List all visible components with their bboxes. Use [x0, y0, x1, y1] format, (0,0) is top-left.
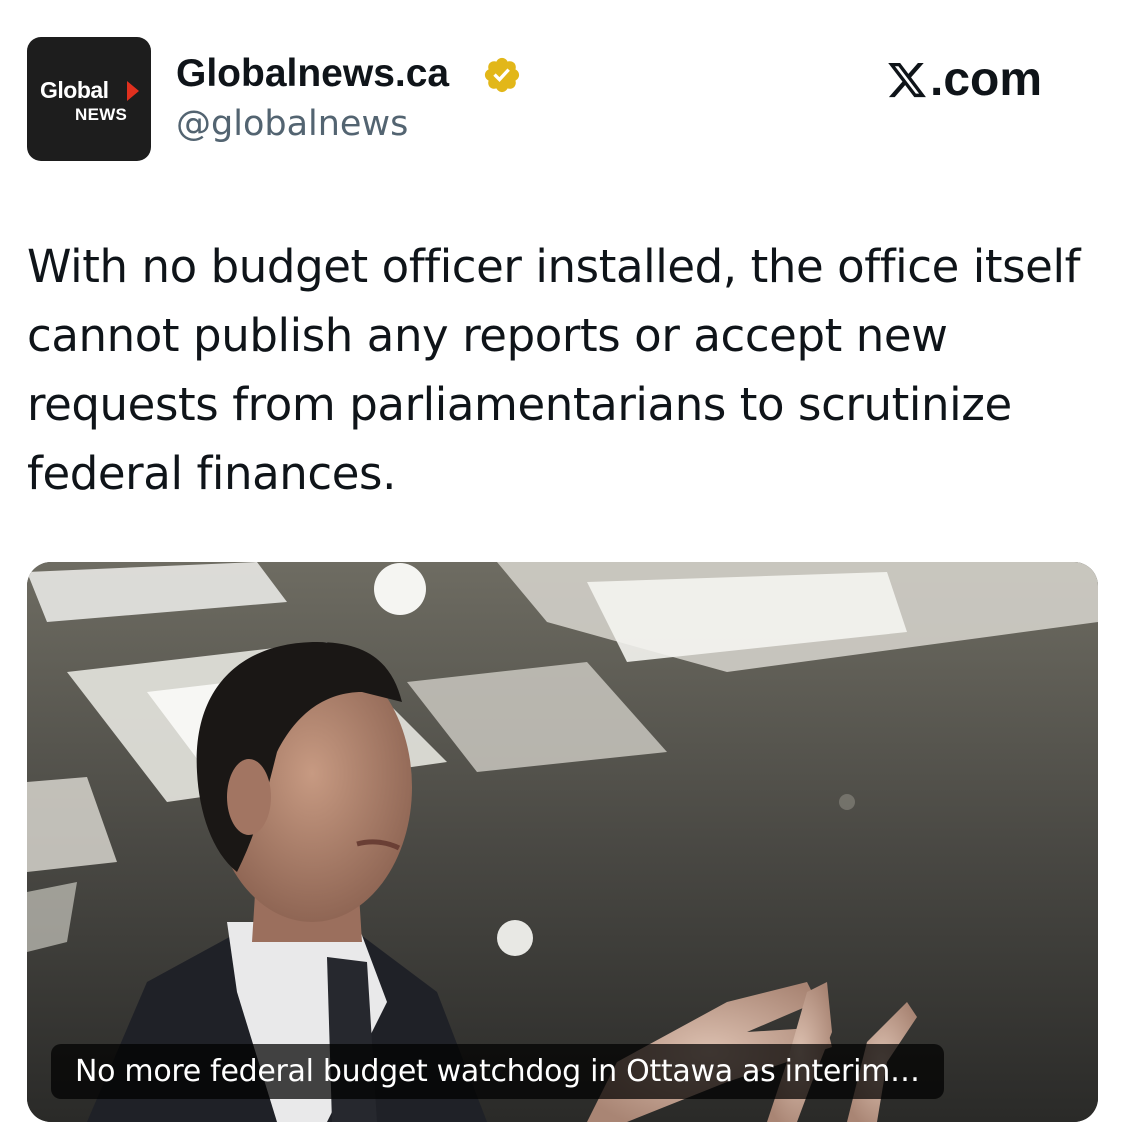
- handle[interactable]: @globalnews: [176, 104, 408, 144]
- news-logo-text: NEWS: [75, 105, 128, 124]
- link-card[interactable]: No more federal budget watchdog in Ottaw…: [27, 562, 1098, 1122]
- link-card-caption[interactable]: No more federal budget watchdog in Ottaw…: [51, 1044, 944, 1099]
- verified-badge-icon: [484, 57, 520, 93]
- global-logo-text: Global: [40, 77, 109, 103]
- global-logo-chevron-icon: [127, 81, 139, 101]
- article-photo[interactable]: [27, 562, 1098, 1122]
- x-com-label: .com: [930, 53, 1043, 106]
- tweet-text: With no budget officer installed, the of…: [27, 240, 1081, 500]
- avatar[interactable]: Global NEWS: [27, 37, 151, 161]
- x-com-brand: .com: [886, 52, 1042, 107]
- display-name[interactable]: Globalnews.ca: [176, 52, 449, 96]
- x-logo-icon: [888, 62, 926, 97]
